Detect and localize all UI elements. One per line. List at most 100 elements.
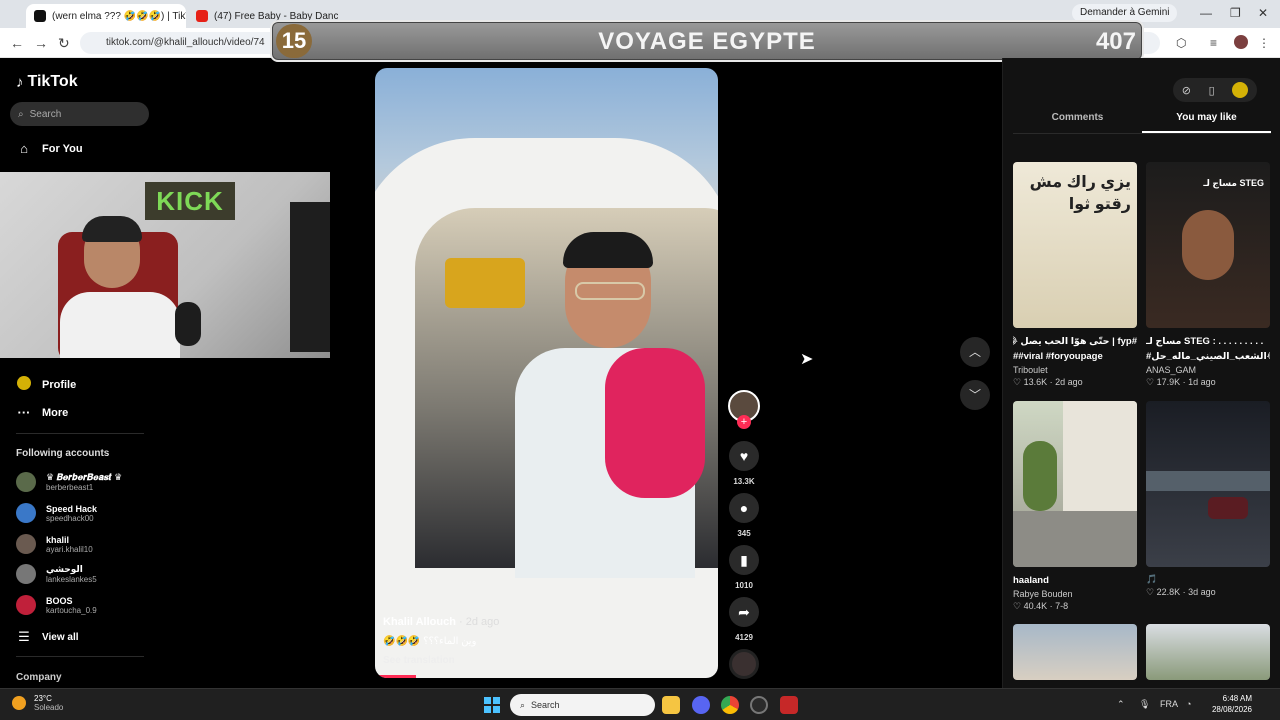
browser-profile-avatar[interactable] [1234, 35, 1248, 49]
next-video-button[interactable]: ﹀ [960, 380, 990, 410]
video-thumbnail[interactable] [1146, 401, 1270, 567]
like-count: 13.3K [733, 477, 755, 486]
right-tabs: Comments You may like [1013, 112, 1271, 134]
account-item[interactable]: الوحشي lankeslankes5 [16, 564, 97, 584]
tab-tiktok[interactable]: (wern elma ??? 🤣🤣🤣) | TikTok ✕ [26, 4, 186, 28]
video-thumbnail[interactable] [1013, 401, 1137, 567]
search-input[interactable]: ⌕ Search [10, 102, 149, 126]
ground-graphic [1013, 511, 1137, 567]
video-thumbnail[interactable] [1013, 624, 1137, 680]
home-icon: ⌂ [20, 141, 28, 156]
url-text: tiktok.com/@khalil_allouch/video/74 [106, 37, 265, 48]
account-handle: speedhack00 [46, 513, 94, 523]
video-author[interactable]: Khalil Allouch · 2d ago [383, 616, 703, 628]
card-title: #fyp | حتّى هوّا الحب يصل 😂 [1013, 336, 1137, 347]
nav-more[interactable]: ··· More [16, 405, 69, 420]
kick-sign: KICK [145, 182, 235, 220]
thumbnail-text: مساج لـ STEG [1203, 178, 1264, 188]
tiktok-favicon-icon [34, 10, 46, 22]
card-author[interactable]: Rabye Bouden [1013, 589, 1137, 599]
music-disc-icon[interactable] [729, 649, 759, 679]
chevron-up-icon[interactable]: ⌃ [1117, 699, 1125, 710]
tiktok-logo[interactable]: ♪ TikTok [16, 73, 78, 91]
kebab-menu-icon[interactable]: ⋮ [1258, 36, 1270, 50]
suggested-video-card[interactable]: مساج لـ STEG مساج لـ STEG : . . . . . . … [1146, 162, 1270, 388]
compass-icon[interactable]: ⊘ [1182, 84, 1191, 97]
reload-icon[interactable]: ↻ [58, 35, 70, 52]
nav-profile[interactable]: Profile [16, 376, 76, 393]
account-item[interactable]: ♛ 𝑩𝒆𝒓𝒃𝒆𝒓𝑩𝒆𝒂𝒔𝒕 ♛ berberbeast1 [16, 472, 122, 492]
sidebar-divider [16, 656, 144, 657]
bridge-graphic [1146, 471, 1270, 491]
comment-button[interactable]: ● [729, 493, 759, 523]
tab-comments[interactable]: Comments [1013, 112, 1142, 133]
close-window-icon[interactable]: ✕ [1258, 6, 1268, 20]
follow-plus-icon[interactable]: + [737, 415, 751, 429]
video-thumbnail[interactable]: مساج لـ STEG [1146, 162, 1270, 328]
company-link[interactable]: Company [16, 672, 62, 683]
network-icon[interactable]: ◔ [1186, 699, 1191, 709]
account-item[interactable]: Speed Hack speedhack00 [16, 503, 97, 523]
video-progress-bar[interactable] [375, 675, 417, 678]
back-icon[interactable]: ← [10, 35, 24, 51]
view-all-link[interactable]: ☰ View all [16, 629, 79, 645]
device-icon[interactable]: ▯ [1209, 84, 1215, 97]
file-explorer-icon[interactable] [662, 696, 680, 714]
profile-icon [16, 376, 32, 393]
chrome-icon[interactable] [721, 696, 739, 714]
card-author[interactable]: Triboulet [1013, 365, 1137, 375]
screen: (wern elma ??? 🤣🤣🤣) | TikTok ✕ (47) Free… [0, 0, 1280, 720]
suggested-video-card[interactable]: يزي راك مش رقتو ثوا #fyp | حتّى هوّا الح… [1013, 162, 1137, 388]
suggested-video-card[interactable]: 🎵 ♡ 22.8K · 3d ago [1146, 401, 1270, 598]
video-thumbnail[interactable]: يزي راك مش رقتو ثوا [1013, 162, 1137, 328]
taskbar-search[interactable]: ⌕ Search [510, 694, 655, 716]
maximize-icon[interactable]: ❐ [1230, 6, 1241, 20]
menu-list-icon[interactable]: ≡ [1210, 36, 1217, 50]
avatar [16, 595, 36, 615]
tab-title: (wern elma ??? 🤣🤣🤣) | TikTok [52, 10, 186, 22]
video-thumbnail[interactable] [1146, 624, 1270, 680]
account-item[interactable]: khalil ayari.khalil10 [16, 534, 93, 554]
card-author[interactable]: 🎵 [1146, 574, 1270, 585]
view-all-label: View all [42, 631, 79, 643]
sun-icon [12, 696, 26, 710]
temperature: 23°C [34, 694, 52, 703]
avatar [16, 472, 36, 492]
nav-for-you[interactable]: ⌂ For You [16, 141, 82, 156]
user-avatar[interactable] [1232, 82, 1249, 98]
account-item[interactable]: BOOS kartoucha_0.9 [16, 595, 97, 615]
microphone-icon[interactable]: 🎙 [1139, 699, 1150, 710]
language-indicator[interactable]: FRA [1160, 699, 1178, 709]
account-name: الوحشي [46, 564, 83, 574]
account-name: khalil [46, 534, 70, 545]
save-button[interactable]: ▮ [729, 545, 759, 575]
windows-start-icon[interactable] [484, 697, 500, 713]
like-button[interactable]: ♥ [729, 441, 759, 471]
comment-icon: ● [739, 500, 749, 516]
sidebar-divider [16, 433, 144, 434]
card-author[interactable]: ANAS_GAM [1146, 365, 1270, 375]
video-info: Khalil Allouch · 2d ago وين الماء؟؟؟ 🤣🤣🤣… [383, 616, 703, 666]
weather-widget[interactable]: 23°C Soleado [12, 694, 63, 712]
minimize-icon[interactable]: — [1200, 6, 1212, 20]
see-translation-link[interactable]: See translation [383, 655, 703, 666]
suggested-video-card[interactable]: haaland Rabye Bouden ♡ 40.4K · 7-8 [1013, 401, 1137, 612]
banner-title: VOYAGE EGYPTE [598, 28, 816, 55]
extensions-icon[interactable]: ⬡ [1176, 36, 1186, 50]
obs-icon[interactable] [750, 696, 768, 714]
plant-graphic [1023, 441, 1057, 511]
nav-label: More [42, 406, 69, 419]
app-icon[interactable] [780, 696, 798, 714]
heart-icon: ♥ [739, 448, 749, 464]
tab-you-may-like[interactable]: You may like [1142, 112, 1271, 133]
clock[interactable]: 6:48 AM 28/08/2026 [1206, 693, 1252, 715]
discord-icon[interactable] [692, 696, 710, 714]
avatar [16, 503, 36, 523]
pc-tower [290, 202, 330, 352]
card-title: haaland [1013, 575, 1049, 586]
share-button[interactable]: ➦ [729, 597, 759, 627]
forward-icon[interactable]: → [34, 35, 48, 51]
streamer-webcam: KICK [0, 172, 330, 358]
video-player[interactable]: Khalil Allouch · 2d ago وين الماء؟؟؟ 🤣🤣🤣… [375, 68, 718, 678]
previous-video-button[interactable]: ︿ [960, 337, 990, 367]
